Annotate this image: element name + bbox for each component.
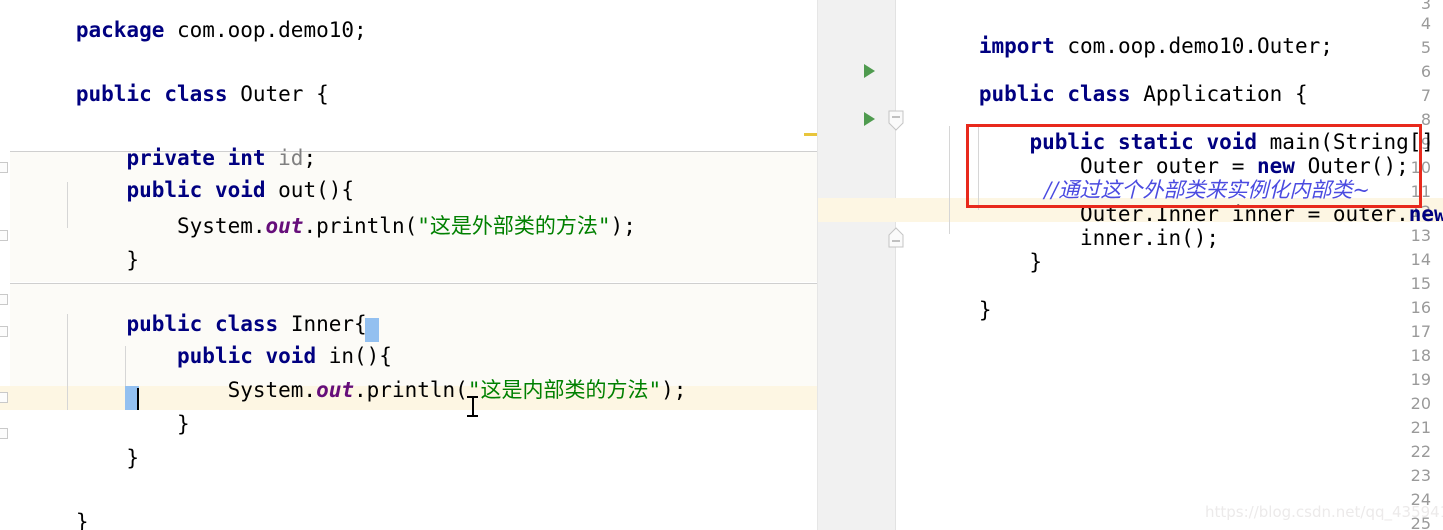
fold-region-marker[interactable]: [888, 110, 904, 132]
line-number: 5: [1420, 38, 1431, 57]
code-line: }: [75, 248, 140, 272]
fold-collapse-icon[interactable]: [888, 226, 904, 248]
code-line: }: [978, 298, 992, 322]
line-number-gutter[interactable]: [818, 0, 896, 530]
line-number: 6: [1420, 62, 1431, 81]
line-number: 16: [1410, 298, 1431, 317]
line-number: 20: [1410, 394, 1431, 413]
ide-screenshot: package com.oop.demo10; public class Out…: [0, 0, 1443, 530]
editor-pane-application-java[interactable]: 3 4 5 6 7 8 9 10 11 12 13 14 15 16 17 18…: [818, 0, 1443, 530]
line-number: 14: [1410, 250, 1431, 269]
line-number: 23: [1410, 466, 1431, 485]
fold-region-marker[interactable]: [888, 226, 904, 248]
line-number: 17: [1410, 322, 1431, 341]
code-line: package com.oop.demo10;: [75, 18, 367, 42]
mouse-cursor-ibeam: [467, 396, 478, 418]
watermark-text: https://blog.csdn.net/qq_43594119: [1205, 503, 1443, 521]
line-number: 4: [1420, 14, 1431, 33]
text-caret: [137, 388, 139, 410]
red-highlight-box: [966, 124, 1422, 208]
run-method-icon[interactable]: [864, 112, 875, 126]
editor-pane-outer-java[interactable]: package com.oop.demo10; public class Out…: [0, 0, 818, 530]
change-marker: [804, 133, 818, 136]
run-class-icon[interactable]: [864, 64, 875, 78]
line-number: 19: [1410, 370, 1431, 389]
line-number: 22: [1410, 442, 1431, 461]
code-line: public class Outer {: [75, 82, 329, 106]
line-number: 15: [1410, 274, 1431, 293]
fold-collapse-icon[interactable]: [888, 110, 904, 132]
line-number: 7: [1420, 86, 1431, 105]
line-number: 18: [1410, 346, 1431, 365]
code-line: }: [75, 446, 140, 470]
code-line: }: [75, 510, 89, 530]
line-number: 21: [1410, 418, 1431, 437]
